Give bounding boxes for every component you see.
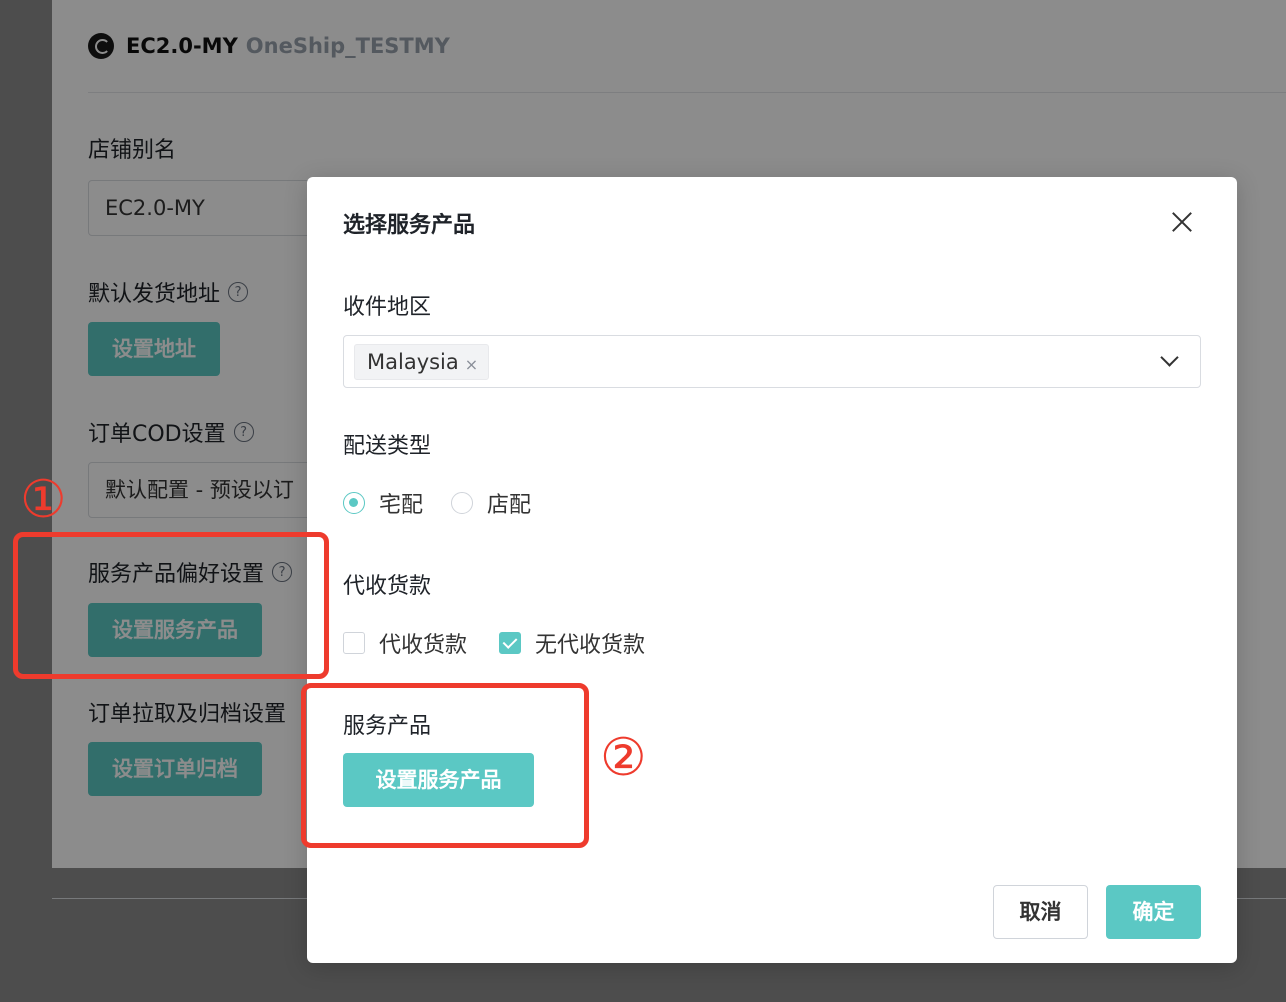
checkbox-label: 代收货款 — [379, 633, 468, 658]
radio-label: 店配 — [487, 493, 532, 518]
chevron-down-icon[interactable] — [1160, 348, 1179, 367]
radio-store-delivery[interactable]: 店配 — [451, 487, 531, 519]
checkbox-no-cod[interactable]: 无代收货款 — [499, 627, 645, 659]
close-icon[interactable] — [1167, 207, 1197, 237]
cod-label: 代收货款 — [343, 574, 432, 599]
step-2-marker: ② — [600, 728, 647, 788]
modal-title: 选择服务产品 — [343, 213, 476, 238]
checkbox-checked-icon[interactable] — [499, 632, 521, 654]
delivery-type-label: 配送类型 — [343, 434, 432, 459]
checkbox-label: 无代收货款 — [535, 633, 646, 658]
radio-home-delivery[interactable]: 宅配 — [343, 487, 423, 519]
region-label: 收件地区 — [343, 295, 432, 320]
region-tag: Malaysia × — [354, 344, 490, 380]
region-select[interactable]: Malaysia × — [343, 335, 1201, 388]
checkbox-unchecked-icon[interactable] — [343, 632, 365, 654]
cancel-button[interactable]: 取消 — [993, 885, 1088, 939]
highlight-box-1 — [13, 532, 329, 679]
radio-selected-icon[interactable] — [343, 492, 365, 514]
confirm-button[interactable]: 确定 — [1106, 885, 1201, 939]
radio-label: 宅配 — [379, 493, 424, 518]
highlight-box-2 — [301, 683, 589, 848]
tag-remove-icon[interactable]: × — [465, 355, 478, 374]
region-tag-label: Malaysia — [367, 350, 459, 374]
step-1-marker: ① — [20, 470, 67, 530]
radio-unselected-icon[interactable] — [451, 492, 473, 514]
checkbox-cod[interactable]: 代收货款 — [343, 627, 467, 659]
